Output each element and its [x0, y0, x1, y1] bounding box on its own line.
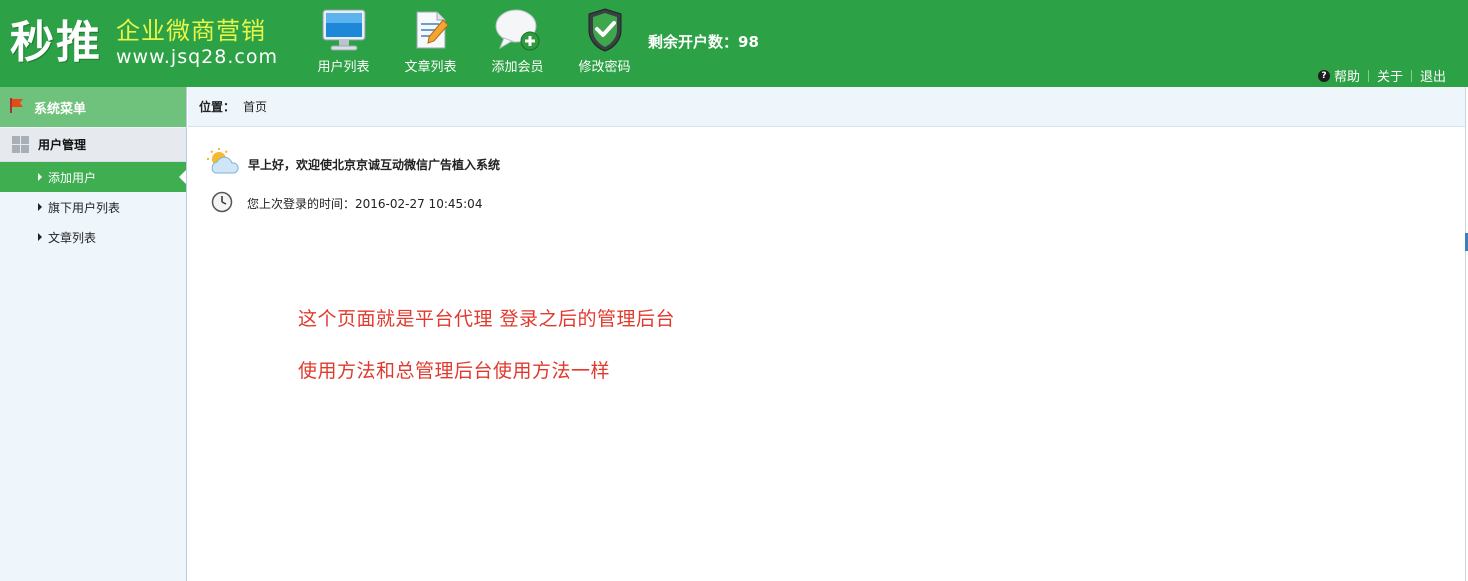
welcome-text: 早上好，欢迎使北京京诚互动微信广告植入系统 — [248, 157, 501, 172]
welcome-message: 早上好，欢迎使北京京诚互动微信广告植入系统 — [207, 148, 500, 180]
sidebar-item-label: 旗下用户列表 — [48, 200, 121, 215]
about-link[interactable]: 关于 — [1377, 66, 1403, 85]
shield-check-icon — [580, 6, 630, 54]
nav-label: 用户列表 — [317, 60, 370, 75]
sidebar: 系统菜单 用户管理 添加用户 旗下用户列表 文章列表 — [0, 87, 187, 581]
help-icon: ? — [1317, 69, 1330, 82]
caret-right-icon — [38, 233, 42, 241]
remaining-accounts-value: 98 — [738, 33, 759, 51]
chat-add-icon — [493, 6, 543, 54]
grid-icon — [12, 136, 29, 153]
breadcrumb: 位置： 首页 — [188, 87, 1466, 127]
sidebar-item-article-list[interactable]: 文章列表 — [0, 222, 186, 252]
caret-right-icon — [38, 173, 42, 181]
document-edit-icon — [406, 6, 456, 54]
menu-group-label: 用户管理 — [38, 138, 87, 152]
caret-right-icon — [38, 203, 42, 211]
remaining-accounts: 剩余开户数：98 — [648, 31, 759, 52]
nav-label: 修改密码 — [578, 60, 631, 75]
flag-icon — [8, 96, 26, 118]
clock-icon — [211, 191, 233, 216]
sidebar-item-add-user[interactable]: 添加用户 — [0, 162, 186, 192]
sidebar-title: 系统菜单 — [0, 87, 186, 127]
logo-slogan: 企业微商营销 — [116, 17, 266, 45]
last-login-text: 您上次登录的时间：2016-02-27 10:45:04 — [247, 197, 483, 211]
top-links: ? 帮助 关于 退出 — [1317, 66, 1446, 85]
sidebar-title-label: 系统菜单 — [34, 101, 87, 117]
sidebar-item-sub-user-list[interactable]: 旗下用户列表 — [0, 192, 186, 222]
logo-url: www.jsq28.com — [116, 46, 278, 68]
logo-main-text: 秒推 — [10, 17, 102, 68]
divider — [1367, 69, 1369, 82]
nav-article-list[interactable]: 文章列表 — [387, 6, 474, 76]
last-login: 您上次登录的时间：2016-02-27 10:45:04 — [211, 191, 482, 216]
logo: 秒推 企业微商营销 www.jsq28.com — [10, 12, 278, 74]
remaining-accounts-label: 剩余开户数： — [648, 33, 739, 51]
nav-label: 添加会员 — [491, 60, 544, 75]
menu-group-user-management[interactable]: 用户管理 — [0, 128, 186, 162]
divider — [1410, 69, 1412, 82]
logout-link[interactable]: 退出 — [1420, 66, 1446, 85]
note-line-2: 使用方法和总管理后台使用方法一样 — [298, 360, 611, 382]
sidebar-item-label: 文章列表 — [48, 230, 97, 245]
note-line-1: 这个页面就是平台代理 登录之后的管理后台 — [298, 308, 676, 330]
help-label: 帮助 — [1333, 70, 1360, 85]
sidebar-item-label: 添加用户 — [48, 170, 97, 185]
help-link[interactable]: ? 帮助 — [1317, 66, 1360, 85]
top-nav: 用户列表 文章列表 添加会员 修改密码 — [300, 6, 648, 76]
sun-cloud-icon — [207, 148, 240, 180]
nav-user-list[interactable]: 用户列表 — [300, 6, 387, 76]
nav-change-password[interactable]: 修改密码 — [561, 6, 648, 76]
content-right-border — [1465, 87, 1466, 581]
breadcrumb-current[interactable]: 首页 — [243, 98, 267, 115]
breadcrumb-label: 位置： — [199, 100, 236, 114]
nav-label: 文章列表 — [404, 60, 457, 75]
nav-add-member[interactable]: 添加会员 — [474, 6, 561, 76]
monitor-icon — [319, 6, 369, 54]
top-header: 秒推 企业微商营销 www.jsq28.com 用户列表 文章列表 添加会员 修… — [0, 0, 1468, 87]
